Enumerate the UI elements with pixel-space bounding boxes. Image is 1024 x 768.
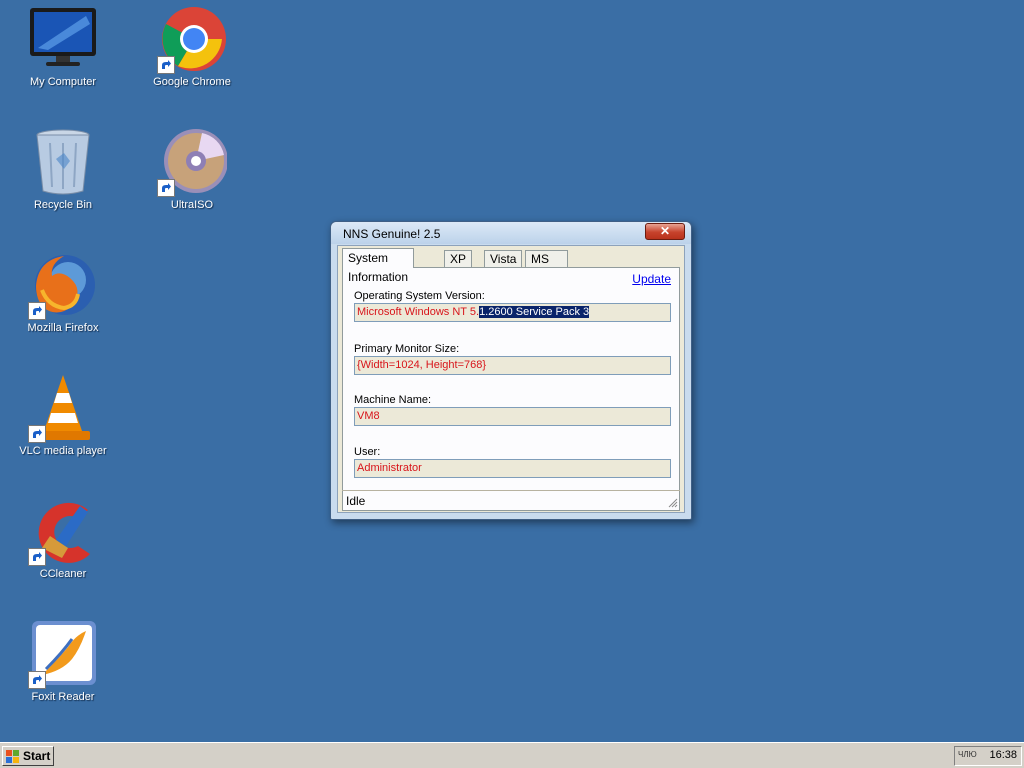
desktop-icon-label: VLC media player: [19, 445, 107, 457]
vlc-cone-icon: [28, 373, 98, 443]
desktop-icon-mozilla-firefox[interactable]: Mozilla Firefox: [13, 246, 113, 335]
recycle-bin-icon: [28, 127, 98, 197]
desktop-icon-label: CCleaner: [39, 568, 87, 580]
firefox-icon: [28, 250, 98, 320]
disc-icon: [157, 127, 228, 197]
resize-grip-icon[interactable]: [668, 498, 678, 508]
machine-name-field[interactable]: VM8: [354, 407, 671, 426]
os-version-text: Microsoft Windows NT 5.: [357, 306, 480, 318]
user-field[interactable]: Administrator: [354, 459, 671, 478]
os-version-label: Operating System Version:: [354, 290, 485, 302]
desktop-icon-label: Recycle Bin: [33, 199, 93, 211]
tray-icons[interactable]: ЧЛЮ: [958, 750, 977, 759]
windows-logo-icon: [6, 750, 19, 763]
desktop-icon-my-computer[interactable]: My Computer: [13, 0, 113, 89]
shortcut-arrow-icon: [28, 671, 46, 689]
tab-ms-office[interactable]: MS Office: [525, 250, 569, 283]
desktop-icon-label: Foxit Reader: [31, 691, 95, 703]
tab-system-information[interactable]: System Information: [342, 248, 415, 284]
nns-genuine-window: NNS Genuine! 2.5 ✕ System Information XP…: [330, 221, 692, 520]
desktop-icon-ultraiso[interactable]: UltraISO: [142, 123, 242, 212]
desktop-icon-ccleaner[interactable]: CCleaner: [13, 492, 113, 581]
start-label: Start: [23, 749, 51, 763]
desktop-icon-google-chrome[interactable]: Google Chrome: [142, 0, 242, 89]
clock[interactable]: 16:38: [989, 749, 1017, 761]
desktop-icon-label: My Computer: [29, 76, 97, 88]
system-tray: ЧЛЮ 16:38: [954, 746, 1022, 766]
machine-name-label: Machine Name:: [354, 394, 432, 406]
desktop-icon-label: Google Chrome: [153, 76, 231, 88]
status-bar: Idle: [342, 490, 680, 510]
update-link[interactable]: Update: [632, 272, 671, 286]
monitor-icon: [28, 4, 98, 74]
close-icon: ✕: [659, 224, 671, 238]
tab-vista[interactable]: Vista: [484, 250, 523, 267]
shortcut-arrow-icon: [157, 179, 175, 197]
tab-xp[interactable]: XP: [444, 250, 473, 267]
monitor-size-label: Primary Monitor Size:: [354, 343, 460, 355]
close-button[interactable]: ✕: [645, 223, 685, 240]
chrome-icon: [157, 4, 227, 74]
shortcut-arrow-icon: [157, 56, 175, 74]
window-titlebar[interactable]: NNS Genuine! 2.5 ✕: [331, 222, 691, 244]
status-text: Idle: [346, 494, 366, 508]
monitor-size-field[interactable]: {Width=1024, Height=768}: [354, 356, 671, 375]
os-version-selected-text: 1.2600 Service Pack 3: [479, 306, 590, 318]
window-client: System Information XP Vista MS Office Up…: [337, 245, 685, 513]
shortcut-arrow-icon: [28, 425, 46, 443]
desktop-icon-vlc-media-player[interactable]: VLC media player: [13, 369, 113, 458]
foxit-icon: [28, 619, 98, 689]
user-label: User:: [354, 446, 381, 458]
desktop-icon-label: UltraISO: [170, 199, 214, 211]
start-button[interactable]: Start: [2, 746, 54, 766]
os-version-field[interactable]: Microsoft Windows NT 5.1.2600 Service Pa…: [354, 303, 671, 322]
window-title: NNS Genuine! 2.5: [343, 227, 441, 241]
ccleaner-icon: [28, 496, 98, 566]
system-information-panel: Update Operating System Version: Microso…: [342, 267, 680, 511]
shortcut-arrow-icon: [28, 548, 46, 566]
shortcut-arrow-icon: [28, 302, 46, 320]
taskbar: Start ЧЛЮ 16:38: [0, 742, 1024, 768]
desktop-icon-recycle-bin[interactable]: Recycle Bin: [13, 123, 113, 212]
desktop-icon-label: Mozilla Firefox: [27, 322, 99, 334]
desktop-icon-foxit-reader[interactable]: Foxit Reader: [13, 615, 113, 704]
